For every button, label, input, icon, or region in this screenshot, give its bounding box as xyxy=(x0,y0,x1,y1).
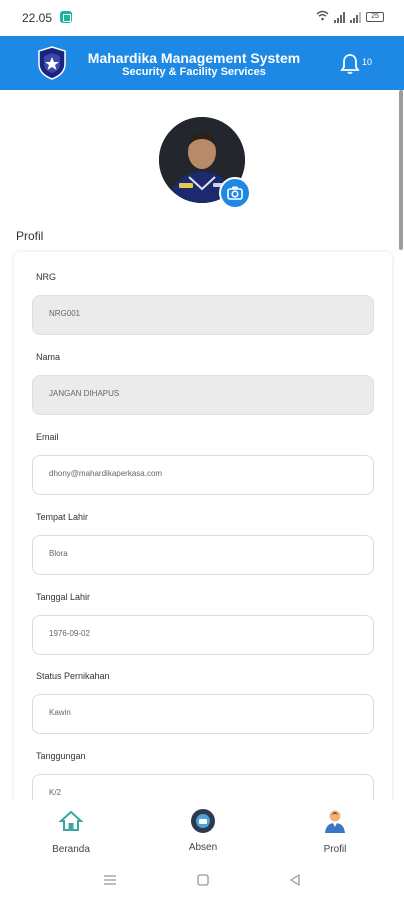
battery-icon: 25 xyxy=(366,12,384,22)
notification-count: 10 xyxy=(362,57,373,67)
change-photo-button[interactable] xyxy=(219,177,251,209)
label-nama: Nama xyxy=(36,352,61,362)
app-title: Mahardika Management System xyxy=(87,50,301,66)
label-tempat-lahir: Tempat Lahir xyxy=(36,512,89,522)
tempat-lahir-field[interactable]: Blora xyxy=(32,535,374,575)
app-notification-icon xyxy=(60,11,72,23)
nav-label: Beranda xyxy=(52,844,90,855)
email-field[interactable]: dhony@mahardikaperkasa.com xyxy=(32,455,374,495)
wifi-icon xyxy=(316,10,329,24)
tanggungan-value: K/2 xyxy=(49,788,62,797)
status-bar: 22.05 25 xyxy=(0,0,404,36)
nama-field: JANGAN DIHAPUS xyxy=(32,375,374,415)
status-time: 22.05 xyxy=(22,11,53,25)
section-title-profil: Profil xyxy=(16,229,44,243)
nrg-field: NRG001 xyxy=(32,295,374,335)
signal-icon-2 xyxy=(350,11,361,23)
email-value: dhony@mahardikaperkasa.com xyxy=(49,469,163,478)
scrollbar[interactable] xyxy=(399,90,403,250)
app-subtitle: Security & Facility Services xyxy=(122,66,266,78)
tempat-lahir-value: Blora xyxy=(49,549,68,558)
system-navigation-bar xyxy=(0,862,404,900)
recent-apps-icon[interactable] xyxy=(102,872,118,888)
nama-value: JANGAN DIHAPUS xyxy=(49,389,120,398)
tanggal-lahir-field[interactable]: 1976-09-02 xyxy=(32,615,374,655)
status-icons: 25 xyxy=(316,10,384,24)
bottom-navigation: Beranda Absen Profil xyxy=(0,800,404,862)
tanggal-lahir-value: 1976-09-02 xyxy=(49,629,90,638)
label-tanggal-lahir: Tanggal Lahir xyxy=(36,592,91,602)
nav-item-absen[interactable]: Absen xyxy=(153,800,253,862)
status-pernikahan-value: Kawin xyxy=(49,708,71,717)
camera-icon xyxy=(227,186,243,200)
label-status-pernikahan: Status Pernikahan xyxy=(36,671,110,681)
nav-item-profil[interactable]: Profil xyxy=(285,800,385,862)
profile-icon xyxy=(325,810,345,833)
signal-icon xyxy=(334,11,345,23)
label-tanggungan: Tanggungan xyxy=(36,751,86,761)
tanggungan-field[interactable]: K/2 xyxy=(32,774,374,800)
nav-label: Absen xyxy=(188,842,218,853)
absen-icon xyxy=(191,809,215,833)
home-square-icon[interactable] xyxy=(195,872,211,888)
company-logo-icon xyxy=(38,46,66,80)
nrg-value: NRG001 xyxy=(49,309,81,318)
label-nrg: NRG xyxy=(36,272,56,282)
home-icon xyxy=(58,810,84,831)
status-pernikahan-field[interactable]: Kawin xyxy=(32,694,374,734)
nav-item-beranda[interactable]: Beranda xyxy=(21,800,121,862)
bell-icon[interactable] xyxy=(338,52,362,76)
nav-label: Profil xyxy=(323,844,347,855)
back-triangle-icon[interactable] xyxy=(287,872,303,888)
label-email: Email xyxy=(36,432,59,442)
